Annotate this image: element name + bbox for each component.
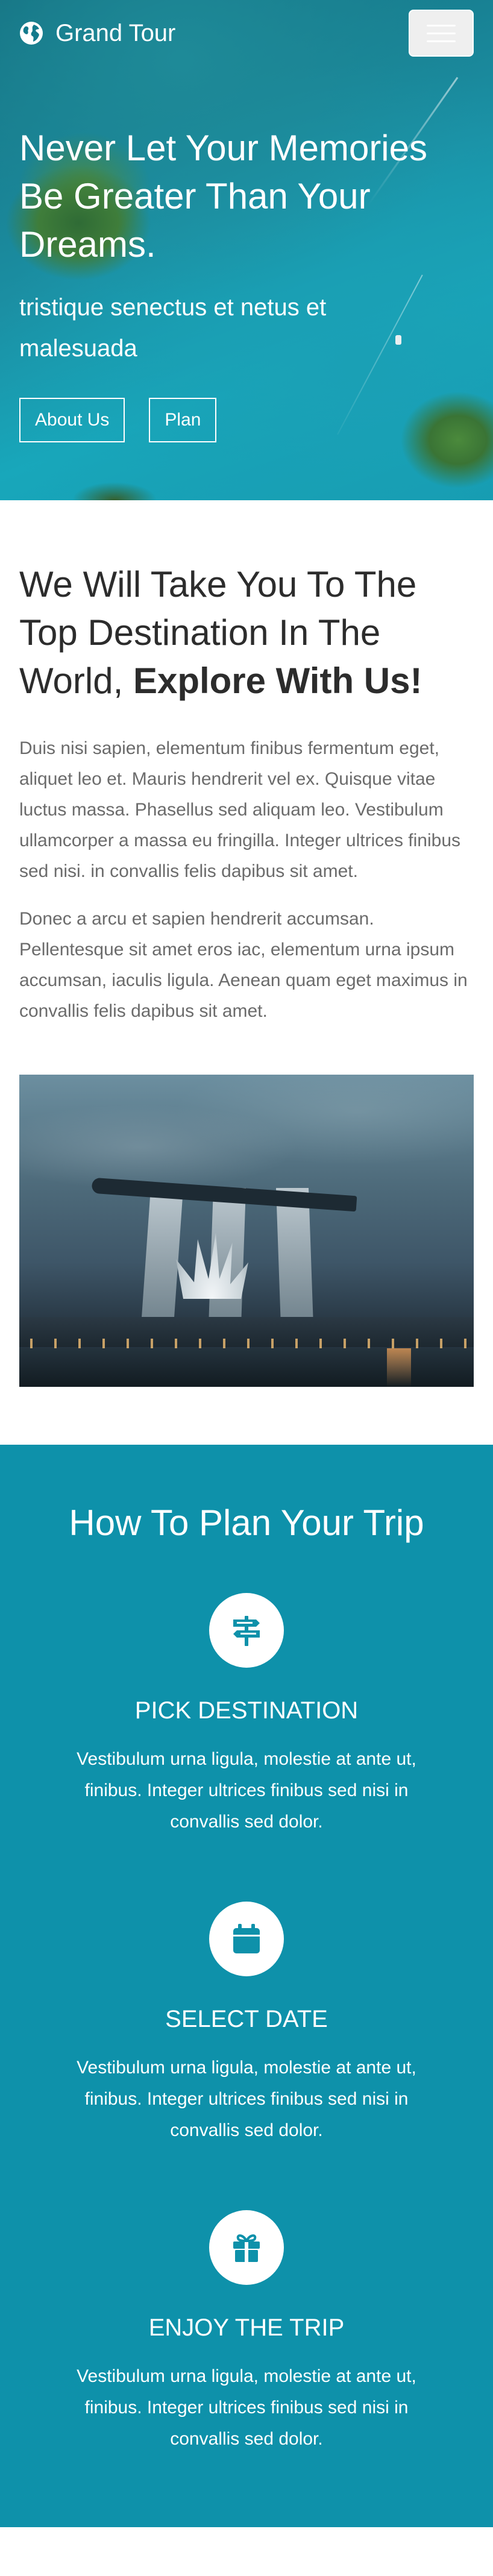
- calendar-icon: [233, 1924, 260, 1953]
- plan-step: Enjoy The Trip Vestibulum urna ligula, m…: [19, 2210, 474, 2455]
- hero-section: Grand Tour Never Let Your Memories Be Gr…: [0, 0, 493, 500]
- step-text: Vestibulum urna ligula, molestie at ante…: [77, 1749, 416, 1832]
- step-text: Vestibulum urna ligula, molestie at ante…: [77, 2058, 416, 2140]
- navbar: Grand Tour: [0, 0, 493, 66]
- about-paragraph: Donec a arcu et sapien hendrerit accumsa…: [19, 909, 468, 1021]
- hero-subtitle: tristique senectus et netus et malesuada: [19, 294, 327, 362]
- photo-tower: [275, 1188, 314, 1327]
- step-title: Select Date: [165, 2006, 328, 2032]
- step-icon-circle: [209, 1593, 284, 1668]
- menu-toggle-button[interactable]: [409, 10, 474, 57]
- globe-icon: [20, 22, 43, 45]
- about-section: We Will Take You To The Top Destination …: [0, 500, 493, 1387]
- hero-buttons: About Us Plan: [19, 398, 217, 442]
- step-title: Enjoy The Trip: [148, 2314, 345, 2341]
- gift-icon: [233, 2234, 260, 2262]
- about-paragraph: Duis nisi sapien, elementum finibus ferm…: [19, 738, 460, 881]
- brand-name: Grand Tour: [55, 19, 176, 46]
- plan-title: How To Plan Your Trip: [69, 1503, 424, 1543]
- signpost-icon: [233, 1616, 260, 1646]
- step-text: Vestibulum urna ligula, molestie at ante…: [77, 2366, 416, 2449]
- plan-steps: Pick Destination Vestibulum urna ligula,…: [19, 1593, 474, 2455]
- about-heading: We Will Take You To The Top Destination …: [19, 561, 474, 705]
- step-title: Pick Destination: [134, 1697, 359, 1724]
- about-us-button[interactable]: About Us: [19, 398, 125, 442]
- plan-button[interactable]: Plan: [149, 398, 217, 442]
- photo-light-reflection: [387, 1348, 411, 1387]
- destination-photo: [19, 1075, 474, 1387]
- plan-section: How To Plan Your Trip Pick Destination V…: [0, 1445, 493, 2527]
- step-icon-circle: [209, 1902, 284, 1976]
- about-heading-emphasis: Explore With Us!: [133, 661, 422, 701]
- hamburger-menu-icon: [427, 24, 456, 27]
- step-icon-circle: [209, 2210, 284, 2285]
- brand-link[interactable]: Grand Tour: [19, 20, 175, 47]
- hero-title: Never Let Your Memories Be Greater Than …: [19, 128, 427, 265]
- plan-step: Select Date Vestibulum urna ligula, mole…: [19, 1902, 474, 2146]
- hamburger-menu-icon-bar: [427, 40, 456, 42]
- plan-step: Pick Destination Vestibulum urna ligula,…: [19, 1593, 474, 1838]
- hamburger-menu-icon-bar: [427, 32, 456, 34]
